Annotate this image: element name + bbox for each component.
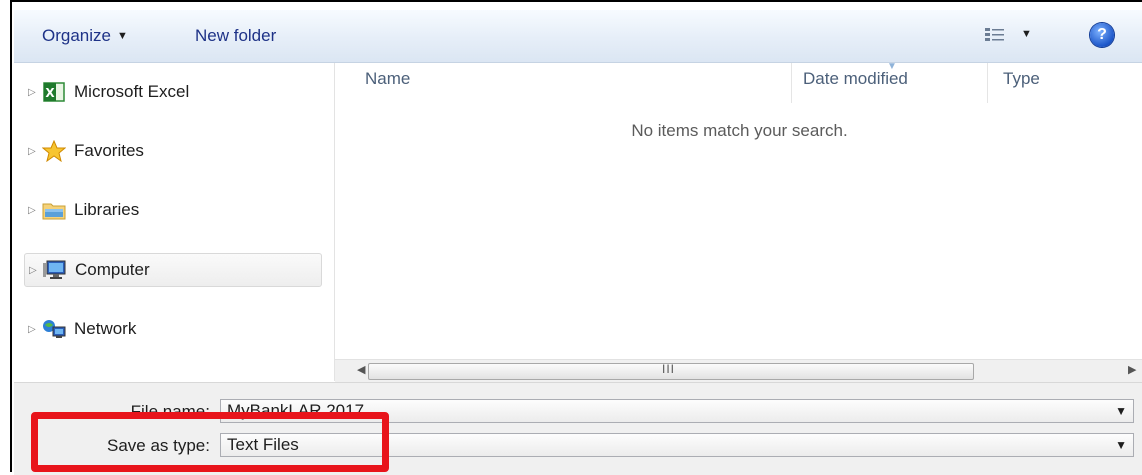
scroll-grip-icon: III	[662, 362, 676, 376]
save-form: File name: MyBankLAR 2017 ▼ Save as type…	[14, 382, 1142, 475]
scroll-left-icon[interactable]: ◀	[357, 363, 365, 376]
chevron-down-icon[interactable]: ▼	[1115, 400, 1127, 422]
new-folder-button[interactable]: New folder	[195, 26, 276, 46]
file-list[interactable]: ▼ Name Date modified Type No items match…	[335, 61, 1142, 359]
file-name-field[interactable]: MyBankLAR 2017 ▼	[220, 399, 1134, 423]
navigation-pane: ▷ X Microsoft Excel ▷ Favorites ▷ Librar…	[14, 63, 335, 381]
expand-arrow-icon[interactable]: ▷	[28, 146, 42, 157]
nav-item-label: Microsoft Excel	[74, 82, 190, 101]
column-header-name[interactable]: Name	[365, 69, 410, 89]
nav-item-label: Computer	[75, 260, 150, 279]
star-icon	[42, 140, 66, 162]
view-chevron-down-icon[interactable]: ▼	[1021, 28, 1032, 40]
column-header-date-modified[interactable]: Date modified	[803, 69, 908, 89]
nav-item-label: Favorites	[74, 141, 144, 160]
column-divider[interactable]	[791, 63, 792, 103]
expand-arrow-icon[interactable]: ▷	[28, 87, 42, 98]
nav-item-microsoft-excel[interactable]: ▷ X Microsoft Excel	[24, 76, 320, 108]
expand-arrow-icon[interactable]: ▷	[28, 324, 42, 335]
scrollbar-thumb[interactable]: III	[368, 362, 974, 380]
chevron-down-icon[interactable]: ▼	[1115, 434, 1127, 456]
save-dialog: Organize ▼ New folder ▼ ? ▷ X Microsoft E…	[10, 0, 1142, 475]
nav-item-label: Network	[74, 319, 137, 338]
file-name-value: MyBankLAR 2017	[227, 401, 365, 420]
organize-label: Organize	[42, 26, 111, 45]
nav-item-label: Libraries	[74, 200, 140, 219]
nav-item-computer[interactable]: ▷ Computer	[24, 253, 322, 287]
empty-list-message: No items match your search.	[631, 121, 848, 140]
expand-arrow-icon[interactable]: ▷	[28, 205, 42, 216]
nav-item-network[interactable]: ▷ Network	[24, 313, 320, 345]
organize-button[interactable]: Organize ▼	[42, 26, 128, 46]
excel-icon: X	[43, 82, 65, 102]
computer-icon	[43, 260, 66, 279]
network-icon	[43, 320, 66, 338]
save-as-type-label: Save as type:	[106, 436, 210, 455]
chevron-down-icon: ▼	[116, 30, 128, 42]
horizontal-scrollbar[interactable]: ◀ III ▶	[335, 359, 1142, 382]
nav-item-libraries[interactable]: ▷ Libraries	[24, 194, 320, 226]
save-as-type-value: Text Files	[227, 435, 299, 454]
view-options-icon[interactable]	[984, 26, 1006, 44]
save-as-type-select[interactable]: Text Files ▼	[220, 433, 1134, 457]
column-divider[interactable]	[987, 63, 988, 103]
library-folder-icon	[42, 203, 66, 220]
nav-item-favorites[interactable]: ▷ Favorites	[24, 135, 320, 167]
toolbar: Organize ▼ New folder ▼ ?	[14, 10, 1142, 63]
column-header-type[interactable]: Type	[1003, 69, 1040, 89]
expand-arrow-icon[interactable]: ▷	[29, 265, 43, 276]
help-icon[interactable]: ?	[1090, 23, 1114, 47]
file-name-label: File name:	[130, 402, 210, 421]
svg-text:X: X	[45, 86, 55, 100]
scroll-right-icon[interactable]: ▶	[1128, 363, 1136, 376]
